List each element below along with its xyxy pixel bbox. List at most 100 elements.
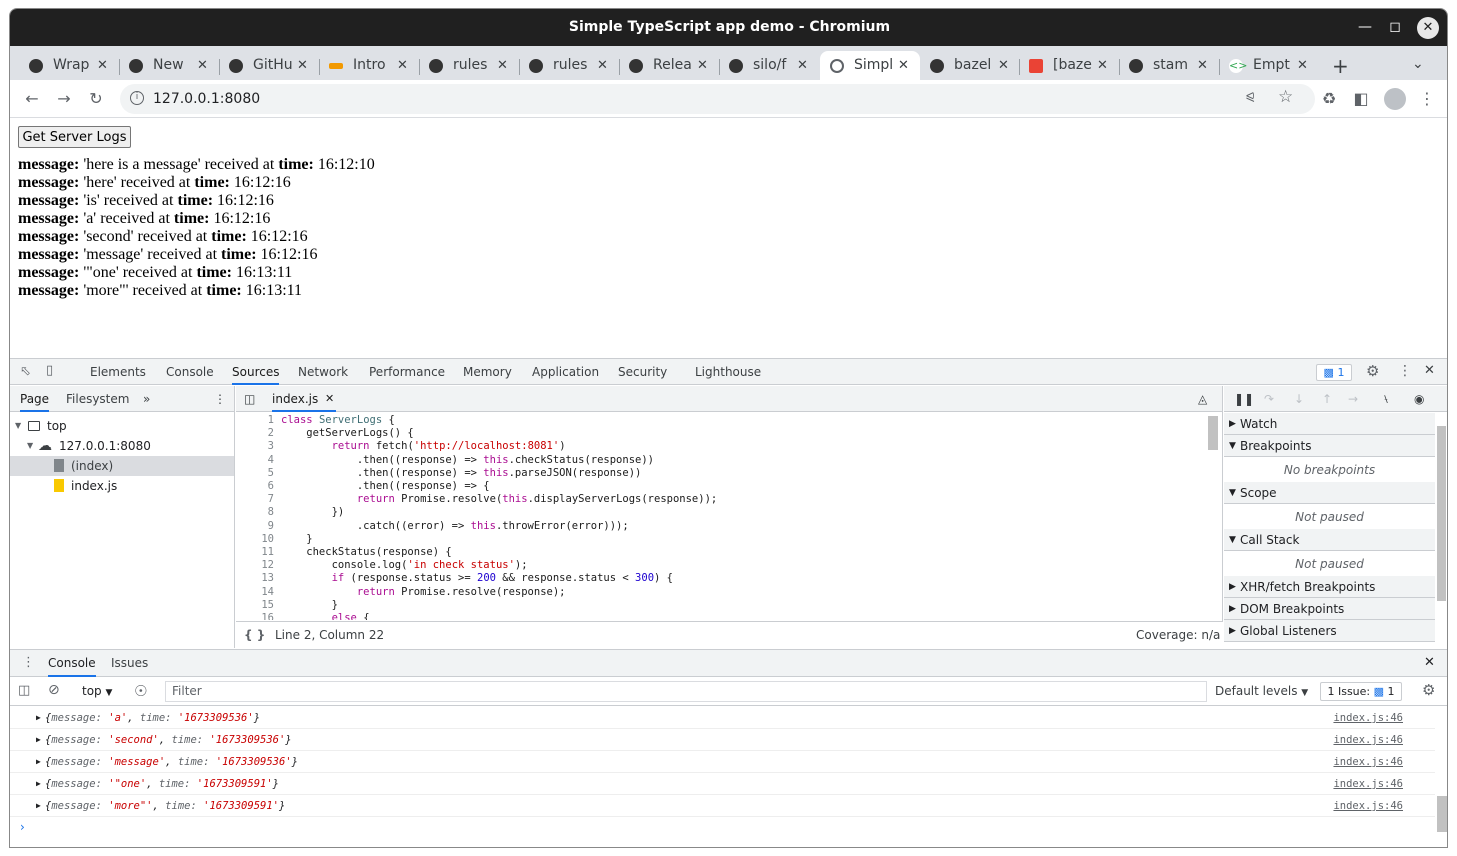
devtools-tab-security[interactable]: Security [618,359,667,385]
back-icon[interactable]: ← [20,87,44,111]
site-info-icon[interactable]: i [130,91,144,105]
expand-triangle-icon[interactable]: ▶ [36,751,41,773]
line-number[interactable]: 8 [236,506,274,519]
devtools-tab-elements[interactable]: Elements [90,359,146,385]
console-scrollbar[interactable] [1437,796,1447,832]
log-source-link[interactable]: index.js:46 [1333,707,1403,729]
line-number[interactable]: 9 [236,520,274,533]
browser-tab[interactable]: rules ✕ [419,51,519,80]
console-settings-icon[interactable]: ⚙ [1422,681,1435,699]
browser-tab[interactable]: Relea ✕ [619,51,719,80]
drawer-tab-console[interactable]: Console [48,650,96,677]
tab-close-icon[interactable]: ✕ [898,51,909,80]
toggle-debugger-icon[interactable]: ◬ [1198,386,1207,412]
context-selector[interactable]: top ▼ [82,684,112,698]
browser-tab-active[interactable]: Simpl ✕ [820,51,920,80]
devtools-tab-performance[interactable]: Performance [369,359,445,385]
file-tab[interactable]: index.js ✕ [272,386,337,412]
console-issues-badge[interactable]: 1 Issue: ▩ 1 [1320,682,1402,701]
tab-close-icon[interactable]: ✕ [797,51,808,80]
tab-close-icon[interactable]: ✕ [497,51,508,80]
browser-tab[interactable]: Wrap ✕ [19,51,119,80]
line-number[interactable]: 7 [236,493,274,506]
share-icon[interactable]: ⪨ [1246,87,1254,105]
line-number[interactable]: 1 [236,414,274,427]
browser-tab[interactable]: stam ✕ [1119,51,1219,80]
section-watch[interactable]: ▶ Watch [1224,413,1435,435]
log-source-link[interactable]: index.js:46 [1333,795,1403,817]
settings-gear-icon[interactable]: ⚙ [1366,362,1379,380]
minimize-icon[interactable]: — [1350,9,1380,46]
tree-item-top[interactable]: ▼ top [10,416,234,436]
file-tab-close-icon[interactable]: ✕ [325,386,334,412]
log-source-link[interactable]: index.js:46 [1333,751,1403,773]
browser-tab[interactable]: bazel ✕ [920,51,1020,80]
line-number[interactable]: 5 [236,467,274,480]
new-tab-icon[interactable]: + [1332,54,1349,78]
console-log-row[interactable]: ▶ {message: 'message', time: '1673309536'… [10,751,1435,773]
clear-console-icon[interactable]: ⊘ [48,682,60,698]
console-log-row[interactable]: ▶ {message: 'more"', time: '1673309591'} i… [10,795,1435,817]
tab-close-icon[interactable]: ✕ [1197,51,1208,80]
more-tabs-icon[interactable]: » [143,386,150,412]
inspect-element-icon[interactable]: ⬁ [20,364,31,379]
menu-kebab-icon[interactable]: ⋮ [1415,87,1439,111]
tab-close-icon[interactable]: ✕ [1097,51,1108,80]
get-server-logs-button[interactable]: Get Server Logs [18,126,131,148]
close-devtools-icon[interactable]: ✕ [1424,363,1435,378]
section-dom-breakpoints[interactable]: ▶ DOM Breakpoints [1224,598,1435,620]
log-source-link[interactable]: index.js:46 [1333,729,1403,751]
console-log-row[interactable]: ▶ {message: 'second', time: '1673309536'}… [10,729,1435,751]
console-filter-input[interactable]: Filter [165,681,1207,702]
console-sidebar-icon[interactable]: ◫ [18,683,30,698]
console-prompt[interactable]: › [20,820,25,834]
close-drawer-icon[interactable]: ✕ [1424,655,1435,670]
side-panel-icon[interactable]: ◧ [1349,87,1373,111]
deactivate-breakpoints-icon[interactable]: ⧷ [1384,386,1388,412]
devtools-tab-sources[interactable]: Sources [232,359,280,385]
browser-tab[interactable]: GitHu ✕ [219,51,319,80]
step-over-icon[interactable]: ↷ [1264,386,1274,412]
line-number[interactable]: 12 [236,559,274,572]
line-number[interactable]: 14 [236,586,274,599]
tab-close-icon[interactable]: ✕ [397,51,408,80]
reload-icon[interactable]: ↻ [84,87,108,111]
drawer-menu-icon[interactable]: ⋮ [22,655,35,670]
tab-filesystem[interactable]: Filesystem [66,386,129,412]
log-levels-dropdown[interactable]: Default levels ▼ [1215,684,1308,698]
maximize-icon[interactable]: ◻ [1380,9,1410,46]
expand-triangle-icon[interactable]: ▶ [36,773,41,795]
expand-triangle-icon[interactable]: ▶ [36,729,41,751]
device-toolbar-icon[interactable]: ▯ [46,363,53,378]
section-scope[interactable]: ▼ Scope [1224,482,1435,504]
section-call-stack[interactable]: ▼ Call Stack [1224,529,1435,551]
devtools-tab-memory[interactable]: Memory [463,359,512,385]
line-number[interactable]: 15 [236,599,274,612]
bookmark-star-icon[interactable]: ☆ [1278,87,1293,107]
line-number[interactable]: 6 [236,480,274,493]
section-breakpoints[interactable]: ▼ Breakpoints [1224,435,1435,457]
debugger-scrollbar[interactable] [1437,426,1446,601]
tab-close-icon[interactable]: ✕ [97,51,108,80]
line-number[interactable]: 16 [236,612,274,620]
line-number[interactable]: 10 [236,533,274,546]
tree-item-indexjs[interactable]: index.js [10,476,234,496]
devtools-tab-console[interactable]: Console [166,359,214,385]
browser-tab[interactable]: <> Empt ✕ [1219,51,1319,80]
section-xhr-breakpoints[interactable]: ▶ XHR/fetch Breakpoints [1224,576,1435,598]
tab-search-icon[interactable]: ⌄ [1412,56,1424,72]
pretty-print-icon[interactable]: { } [244,622,265,648]
expand-triangle-icon[interactable]: ▶ [36,707,41,729]
close-window-icon[interactable]: ✕ [1417,17,1439,39]
toggle-navigator-icon[interactable]: ◫ [244,386,255,412]
url-text[interactable]: 127.0.0.1:8080 [153,84,260,114]
devtools-tab-network[interactable]: Network [298,359,348,385]
more-options-icon[interactable]: ⋮ [1398,363,1412,379]
devtools-tab-lighthouse[interactable]: Lighthouse [695,359,761,385]
tab-close-icon[interactable]: ✕ [597,51,608,80]
address-bar[interactable]: i 127.0.0.1:8080 ⪨ ☆ [120,84,1315,114]
editor-scrollbar[interactable] [1208,416,1218,450]
console-log-row[interactable]: ▶ {message: '"one', time: '1673309591'} in… [10,773,1435,795]
step-into-icon[interactable]: ↓ [1294,386,1304,412]
drawer-tab-issues[interactable]: Issues [111,650,148,677]
